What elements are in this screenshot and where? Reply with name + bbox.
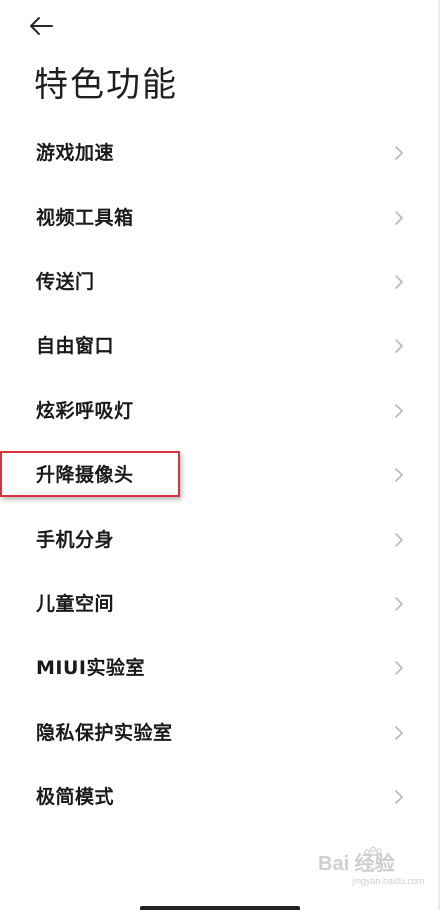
menu-item-privacy-lab[interactable]: 隐私保护实验室 bbox=[0, 701, 440, 765]
watermark-text: Bai 经验 bbox=[318, 851, 395, 875]
page-title: 特色功能 bbox=[34, 65, 178, 105]
baidu-jingyan-watermark: Bai 经验 jingyan.baidu.com bbox=[318, 846, 425, 886]
chevron-right-icon bbox=[395, 210, 403, 225]
chevron-right-icon bbox=[395, 146, 403, 160]
menu-item-minimal-mode[interactable]: 极简模式 bbox=[0, 765, 440, 829]
menu-item-label: 传送门 bbox=[36, 270, 95, 293]
chevron-right-icon bbox=[395, 468, 403, 482]
menu-item-label: 儿童空间 bbox=[36, 592, 115, 615]
menu-item-video-toolbox[interactable]: 视频工具箱 bbox=[0, 185, 440, 249]
menu-item-miui-lab[interactable]: MIUI实验室 bbox=[0, 636, 440, 700]
home-indicator[interactable] bbox=[140, 906, 300, 910]
chevron-right-icon bbox=[395, 532, 403, 547]
chevron-right-icon bbox=[395, 339, 403, 354]
menu-item-game-boost[interactable]: 游戏加速 bbox=[0, 121, 440, 185]
menu-item-dual-apps[interactable]: 手机分身 bbox=[0, 507, 440, 571]
menu-item-kids-space[interactable]: 儿童空间 bbox=[0, 572, 440, 636]
menu-item-label: 极简模式 bbox=[36, 786, 115, 809]
menu-item-label: 游戏加速 bbox=[36, 142, 115, 165]
menu-item-label: 手机分身 bbox=[36, 528, 115, 551]
chevron-right-icon bbox=[395, 725, 403, 740]
menu-item-label: 视频工具箱 bbox=[36, 206, 134, 229]
watermark-subtext: jingyan.baidu.com bbox=[351, 876, 425, 886]
menu-item-label: 隐私保护实验室 bbox=[36, 721, 173, 744]
arrow-left-icon bbox=[30, 17, 53, 35]
chevron-right-icon bbox=[395, 597, 403, 611]
chevron-right-icon bbox=[395, 403, 403, 418]
chevron-right-icon bbox=[395, 275, 403, 289]
menu-item-free-window[interactable]: 自由窗口 bbox=[0, 314, 440, 378]
menu-item-label: 自由窗口 bbox=[36, 335, 115, 358]
back-button[interactable] bbox=[28, 8, 72, 44]
menu-item-portal[interactable]: 传送门 bbox=[0, 250, 440, 314]
chevron-right-icon bbox=[395, 661, 403, 676]
chevron-right-icon bbox=[395, 790, 403, 804]
menu-item-breathing-light[interactable]: 炫彩呼吸灯 bbox=[0, 379, 440, 443]
highlight-annotation-box bbox=[0, 451, 180, 497]
menu-item-label: MIUI实验室 bbox=[36, 657, 145, 680]
menu-item-label: 炫彩呼吸灯 bbox=[36, 399, 134, 422]
